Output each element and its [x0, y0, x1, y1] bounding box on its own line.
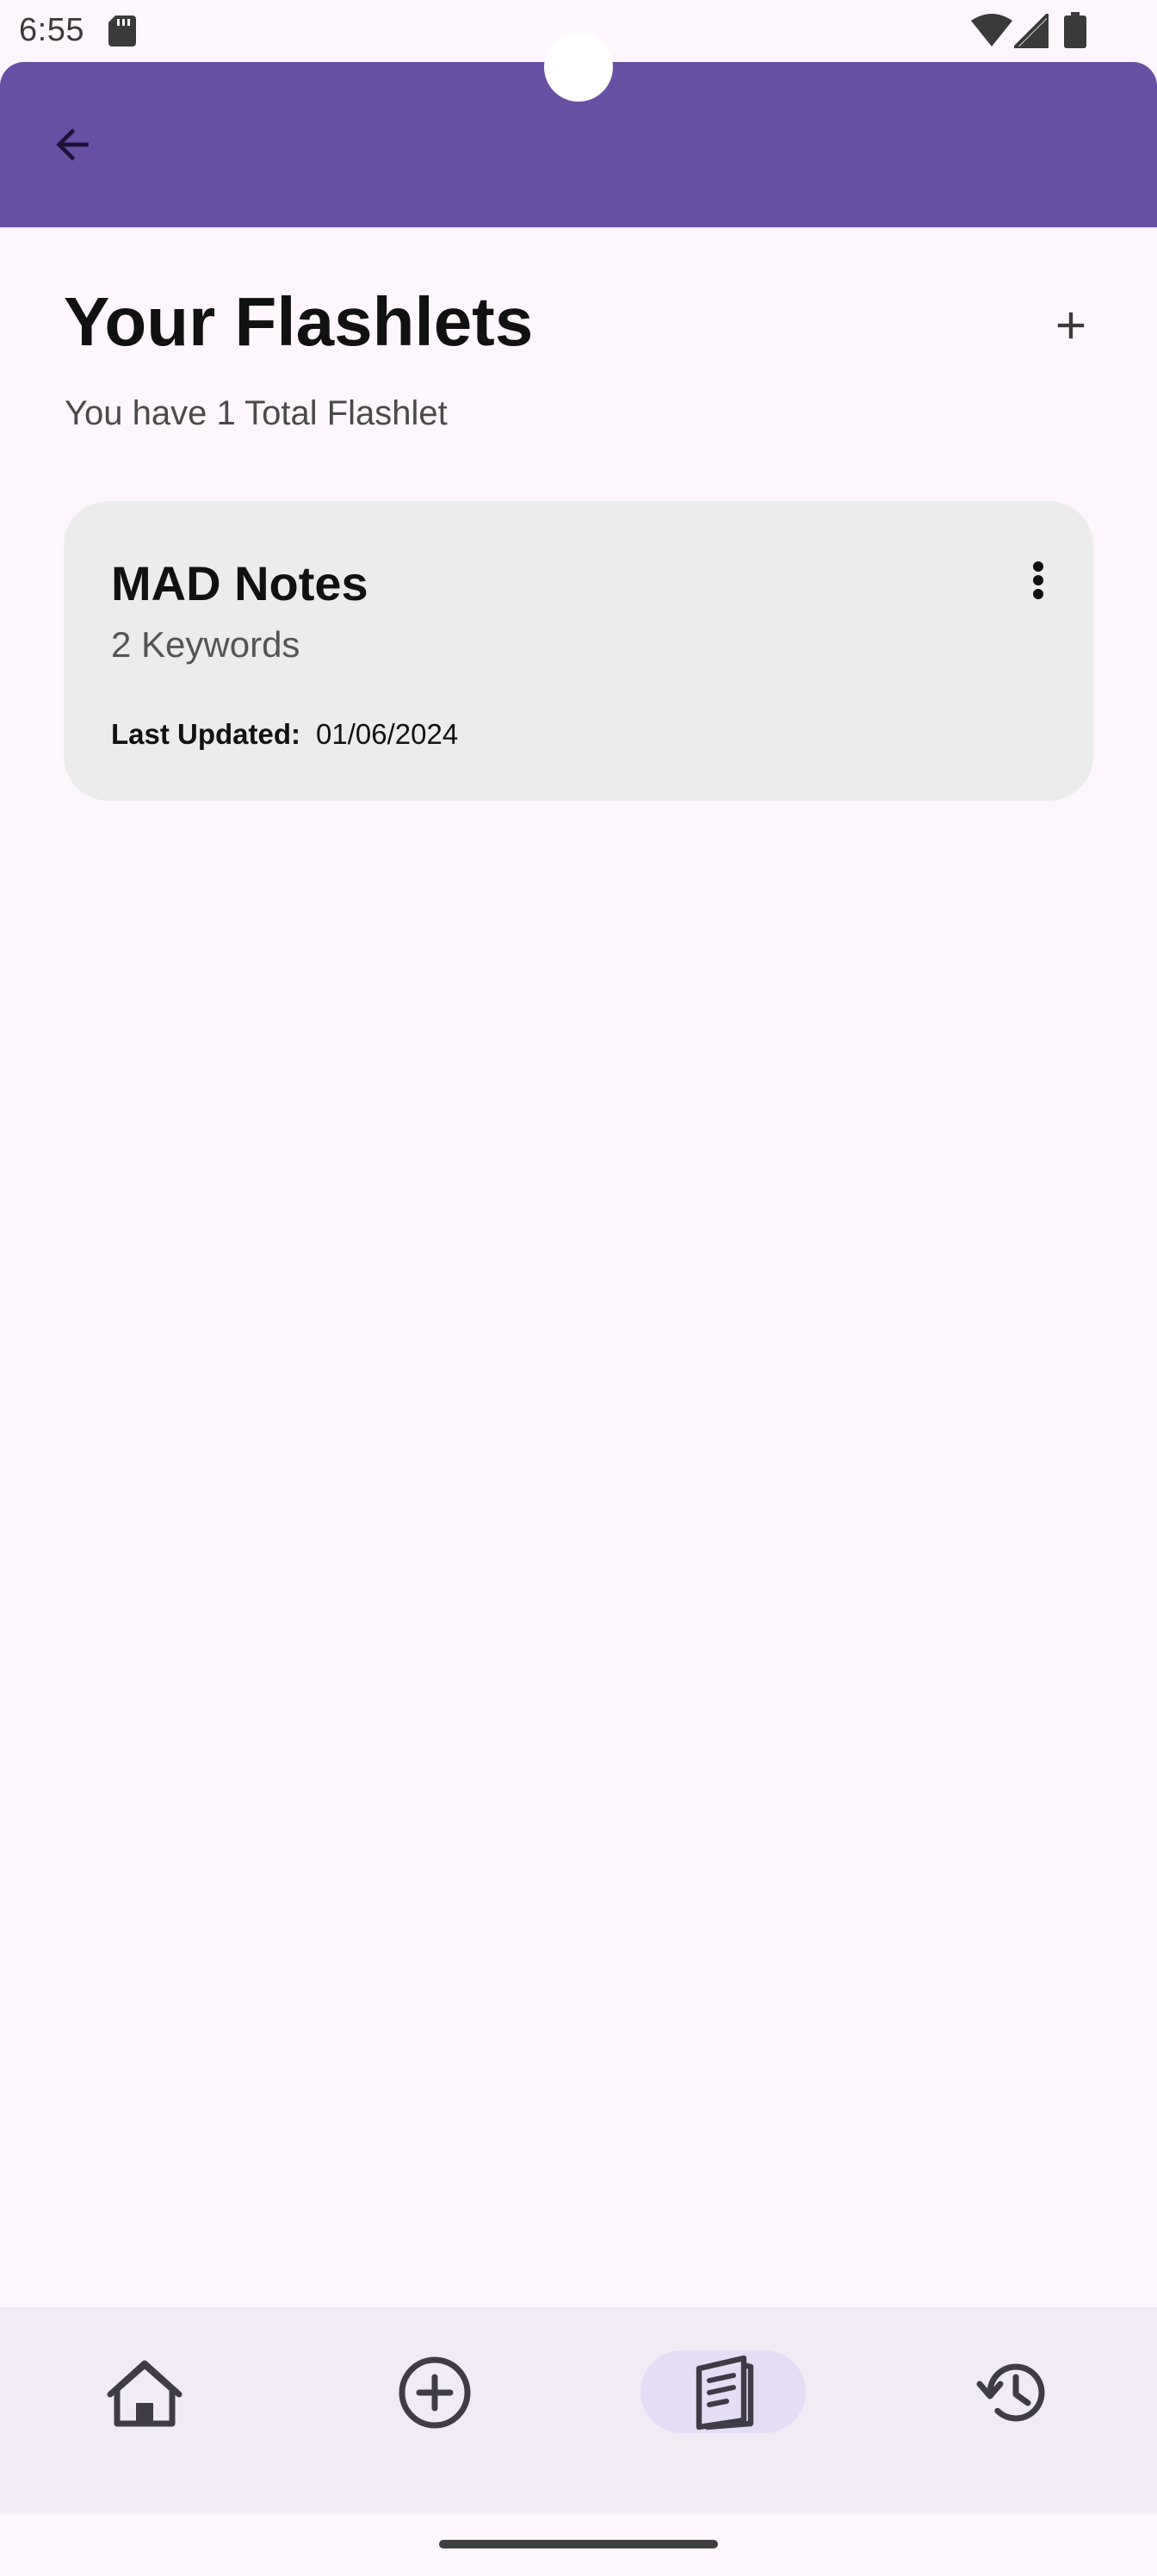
flashlet-last-updated: Last Updated: 01/06/2024	[111, 720, 458, 748]
wifi-icon	[971, 14, 1012, 46]
bottom-navigation	[0, 2307, 1157, 2514]
add-circle-icon	[399, 2356, 471, 2429]
back-button[interactable]	[34, 107, 110, 183]
arrow-back-icon	[56, 128, 89, 161]
add-flashlet-button[interactable]	[1036, 291, 1105, 360]
flashlet-card[interactable]: MAD Notes 2 Keywords Last Updated: 01/06/…	[64, 501, 1093, 801]
sd-card-icon	[108, 15, 136, 46]
status-time: 6:55	[19, 12, 84, 48]
battery-icon	[1064, 12, 1086, 48]
last-updated-value: 01/06/2024	[316, 718, 459, 750]
flashcard-icon	[696, 2355, 754, 2430]
nav-flashlets[interactable]	[640, 2345, 806, 2440]
nav-create[interactable]	[352, 2345, 517, 2440]
more-vert-icon	[1033, 561, 1043, 599]
plus-icon	[1057, 312, 1085, 339]
page-subtitle: You have 1 Total Flashlet	[65, 394, 448, 432]
signal-icon	[1014, 14, 1049, 48]
flashlet-keyword-count: 2 Keywords	[111, 624, 300, 665]
home-icon	[107, 2360, 183, 2427]
nav-history[interactable]	[931, 2345, 1097, 2440]
last-updated-label: Last Updated:	[111, 718, 301, 750]
flashlet-title: MAD Notes	[111, 556, 368, 610]
history-icon	[976, 2363, 1045, 2422]
camera-cutout	[544, 33, 613, 102]
nav-home[interactable]	[62, 2345, 227, 2440]
flashlet-menu-button[interactable]	[1011, 542, 1066, 618]
page-title: Your Flashlets	[64, 283, 534, 360]
gesture-bar[interactable]	[439, 2540, 718, 2548]
